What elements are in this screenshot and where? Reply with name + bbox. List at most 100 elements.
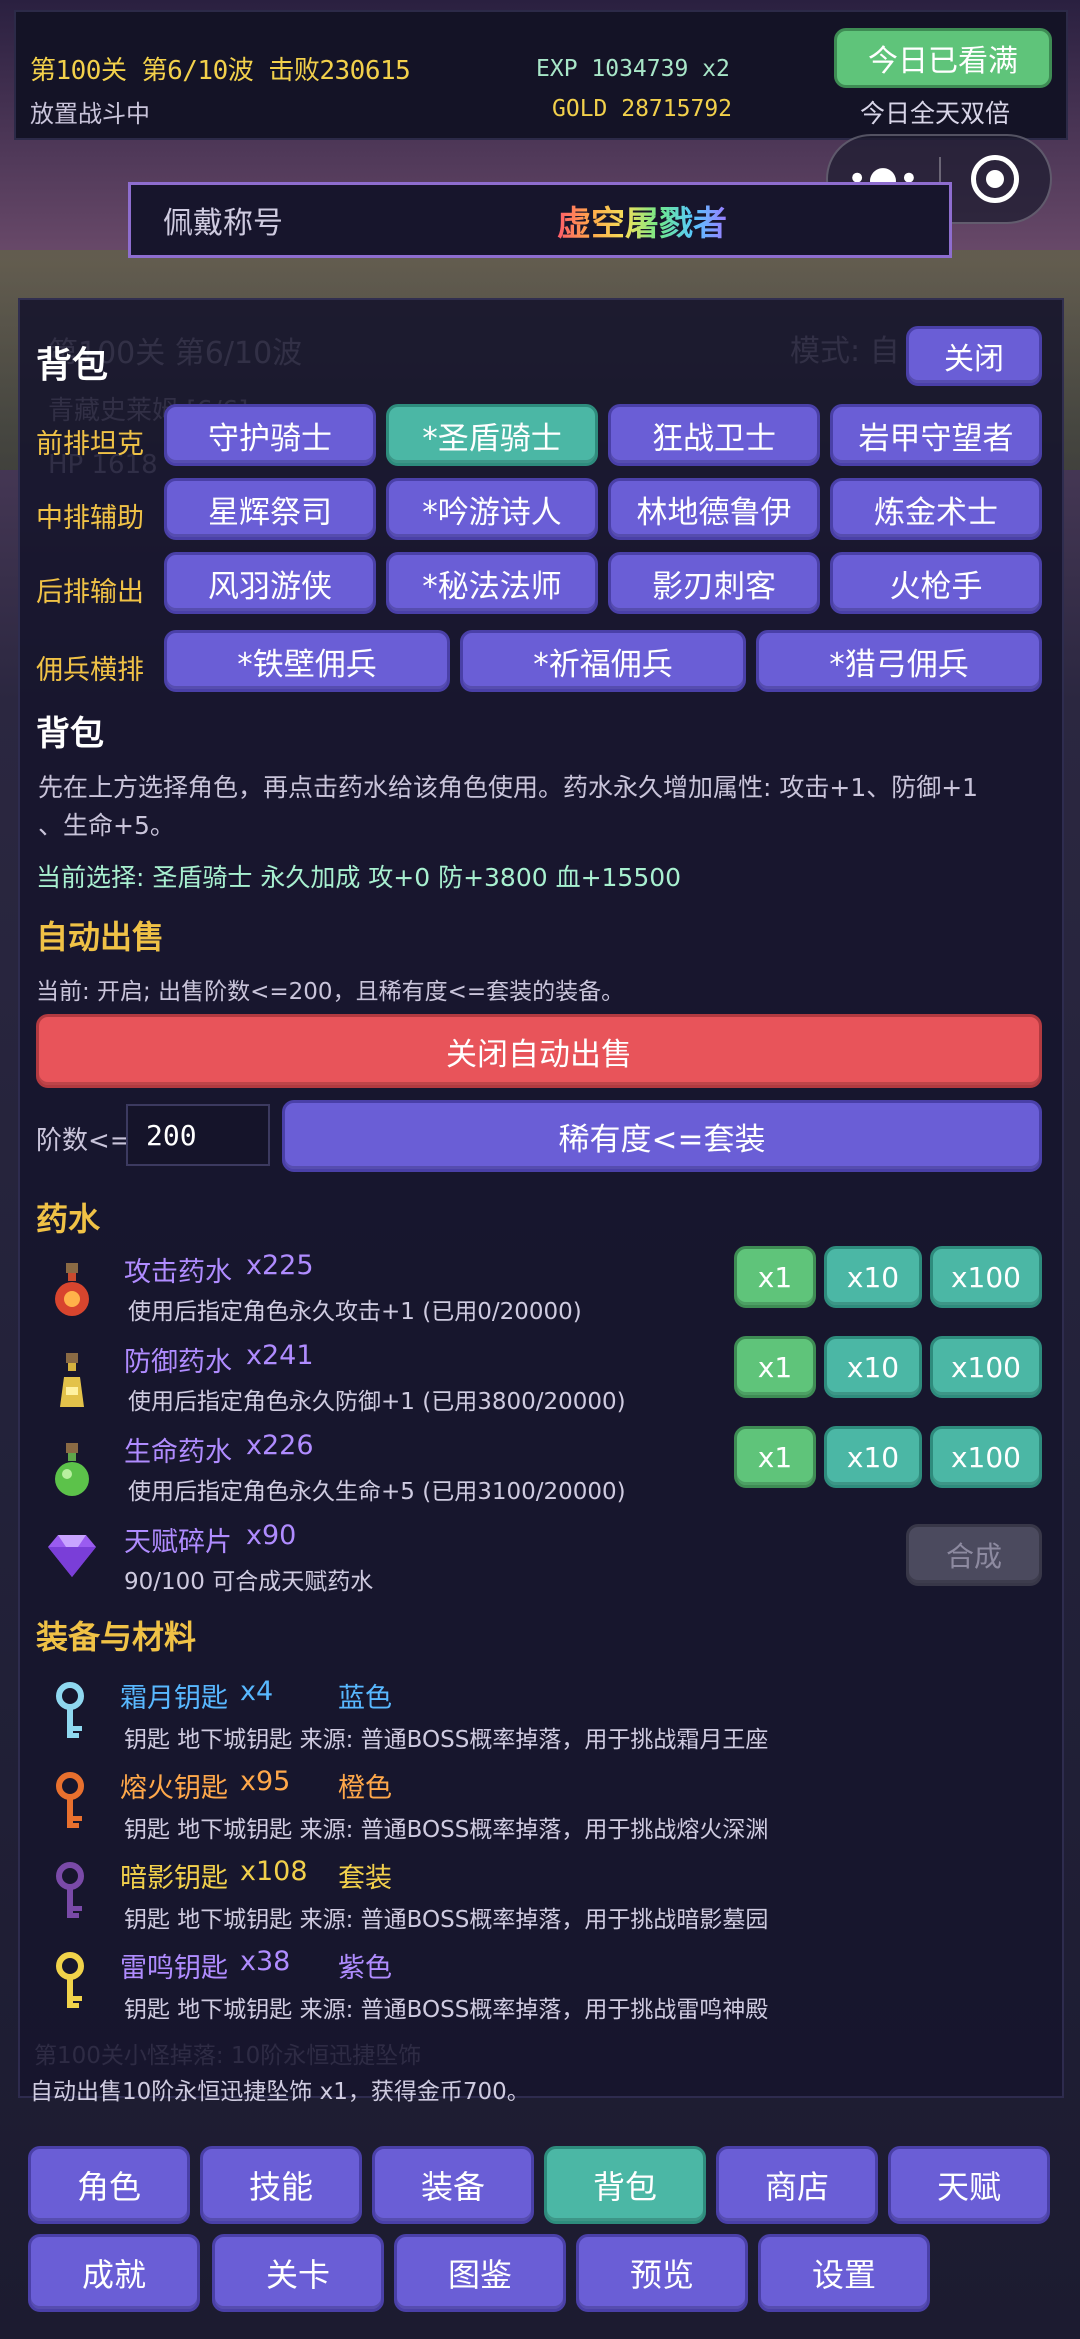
key-icon [40,1862,100,1922]
potion-hint-line2: 、生命+5。 [38,811,175,840]
item-desc: 钥匙 地下城钥匙 来源: 普通BOSS概率掉落，用于挑战雷鸣神殿 [124,1997,769,2023]
hero-button[interactable]: 狂战卫士 [608,404,820,466]
use-x10-button[interactable]: x10 [824,1426,922,1488]
row-label: 前排坦克 [36,429,144,460]
use-x100-button[interactable]: x100 [930,1246,1042,1308]
nav-tab[interactable]: 关卡 [212,2234,384,2312]
item-name: 暗影钥匙 [120,1863,228,1894]
potion-name: 防御药水 [124,1347,232,1378]
auto-sell-title: 自动出售 [36,918,165,956]
rarity-threshold-button[interactable]: 稀有度<=套装 [282,1100,1042,1172]
talent-name: 天赋碎片 [124,1527,232,1558]
tier-label: 阶数<= [36,1126,132,1156]
item-name: 熔火钥匙 [120,1773,228,1804]
equipment-title: 装备与材料 [36,1618,197,1656]
use-x10-button[interactable]: x10 [824,1246,922,1308]
nav-tab[interactable]: 背包 [544,2146,706,2224]
purple-gem-icon [42,1526,102,1586]
item-desc: 钥匙 地下城钥匙 来源: 普通BOSS概率掉落，用于挑战熔火深渊 [124,1817,769,1843]
potion-desc: 使用后指定角色永久攻击+1 (已用0/20000) [128,1299,582,1325]
item-rarity: 橙色 [338,1773,392,1804]
key-icon [40,1952,100,2012]
nav-tab[interactable]: 天赋 [888,2146,1050,2224]
potion-count: x225 [246,1250,314,1281]
hero-button[interactable]: 风羽游侠 [164,552,376,614]
nav-tab[interactable]: 技能 [200,2146,362,2224]
item-name: 霜月钥匙 [120,1683,228,1714]
nav-tab[interactable]: 图鉴 [394,2234,566,2312]
hero-button[interactable]: 林地德鲁伊 [608,478,820,540]
item-count: x108 [240,1856,308,1887]
use-x1-button[interactable]: x1 [734,1426,816,1488]
hero-button[interactable]: *秘法法师 [386,552,598,614]
auto-sell-status: 当前: 开启; 出售阶数<=200，且稀有度<=套装的装备。 [36,979,625,1005]
tier-input[interactable]: 200 [126,1104,270,1166]
bag-subtitle: 背包 [36,714,104,754]
ghost-mode: 模式: 自 [790,334,900,369]
hero-button[interactable]: 星辉祭司 [164,478,376,540]
potion-desc: 使用后指定角色永久生命+5 (已用3100/20000) [128,1479,626,1505]
green-potion-icon [42,1440,102,1500]
hero-button[interactable]: 炼金术士 [830,478,1042,540]
item-rarity: 蓝色 [338,1683,392,1714]
nav-tab[interactable]: 成就 [28,2234,200,2312]
gold-readout: GOLD 28715792 [552,96,733,122]
ghost-log: 第100关小怪掉落: 10阶永恒迅捷坠饰 [34,2043,422,2069]
potion-count: x226 [246,1430,314,1461]
hero-button[interactable]: *吟游诗人 [386,478,598,540]
use-x1-button[interactable]: x1 [734,1336,816,1398]
equipped-title-bar[interactable]: 佩戴称号 虚空屠戮者 [128,182,952,258]
key-icon [40,1772,100,1832]
row-label: 佣兵横排 [36,655,144,686]
row-label: 中排辅助 [36,503,144,534]
nav-tab[interactable]: 商店 [716,2146,878,2224]
item-rarity: 紫色 [338,1953,392,1984]
item-desc: 钥匙 地下城钥匙 来源: 普通BOSS概率掉落，用于挑战霜月王座 [124,1727,769,1753]
nav-tab[interactable]: 设置 [758,2234,930,2312]
item-rarity: 套装 [338,1863,392,1894]
hero-button[interactable]: 火枪手 [830,552,1042,614]
use-x10-button[interactable]: x10 [824,1336,922,1398]
close-miniprogram-icon[interactable] [941,155,1050,203]
nav-tab[interactable]: 角色 [28,2146,190,2224]
hero-button[interactable]: 影刃刺客 [608,552,820,614]
potion-desc: 使用后指定角色永久防御+1 (已用3800/20000) [128,1389,626,1415]
talent-desc: 90/100 可合成天赋药水 [124,1569,374,1595]
item-count: x4 [240,1676,274,1707]
use-x100-button[interactable]: x100 [930,1336,1042,1398]
nav-tab[interactable]: 装备 [372,2146,534,2224]
bag-title: 背包 [36,345,109,386]
current-selection: 当前选择: 圣盾骑士 永久加成 攻+0 防+3800 血+15500 [36,863,682,892]
hero-button[interactable]: *圣盾骑士 [386,404,598,466]
exp-readout: EXP 1034739 x2 [536,56,730,82]
use-x100-button[interactable]: x100 [930,1426,1042,1488]
battle-status: 放置战斗中 [30,100,150,128]
potions-title: 药水 [36,1200,101,1238]
talent-count: x90 [246,1520,297,1551]
toggle-auto-sell-button[interactable]: 关闭自动出售 [36,1014,1042,1088]
hero-button[interactable]: *铁壁佣兵 [164,630,450,692]
item-name: 雷鸣钥匙 [120,1953,228,1984]
item-count: x95 [240,1766,291,1797]
item-count: x38 [240,1946,291,1977]
close-button[interactable]: 关闭 [906,326,1042,386]
double-reward-text: 今日全天双倍 [860,99,1011,128]
log-line: 自动出售10阶永恒迅捷坠饰 x1，获得金币700。 [30,2079,530,2105]
hero-button[interactable]: 守护骑士 [164,404,376,466]
potion-name: 生命药水 [124,1437,232,1468]
hero-button[interactable]: *猎弓佣兵 [756,630,1042,692]
key-icon [40,1682,100,1742]
item-desc: 钥匙 地下城钥匙 来源: 普通BOSS概率掉落，用于挑战暗影墓园 [124,1907,769,1933]
potion-count: x241 [246,1340,314,1371]
title-label: 佩戴称号 [163,206,283,241]
daily-watch-button[interactable]: 今日已看满 [834,28,1052,88]
use-x1-button[interactable]: x1 [734,1246,816,1308]
hero-button[interactable]: 岩甲守望者 [830,404,1042,466]
hero-button[interactable]: *祈福佣兵 [460,630,746,692]
red-potion-icon [42,1260,102,1320]
synthesize-button[interactable]: 合成 [906,1524,1042,1586]
row-label: 后排输出 [36,577,144,608]
nav-tab[interactable]: 预览 [576,2234,748,2312]
yellow-potion-icon [42,1350,102,1410]
potion-hint-line1: 先在上方选择角色，再点击药水给该角色使用。药水永久增加属性: 攻击+1、防御+1 [38,773,979,802]
